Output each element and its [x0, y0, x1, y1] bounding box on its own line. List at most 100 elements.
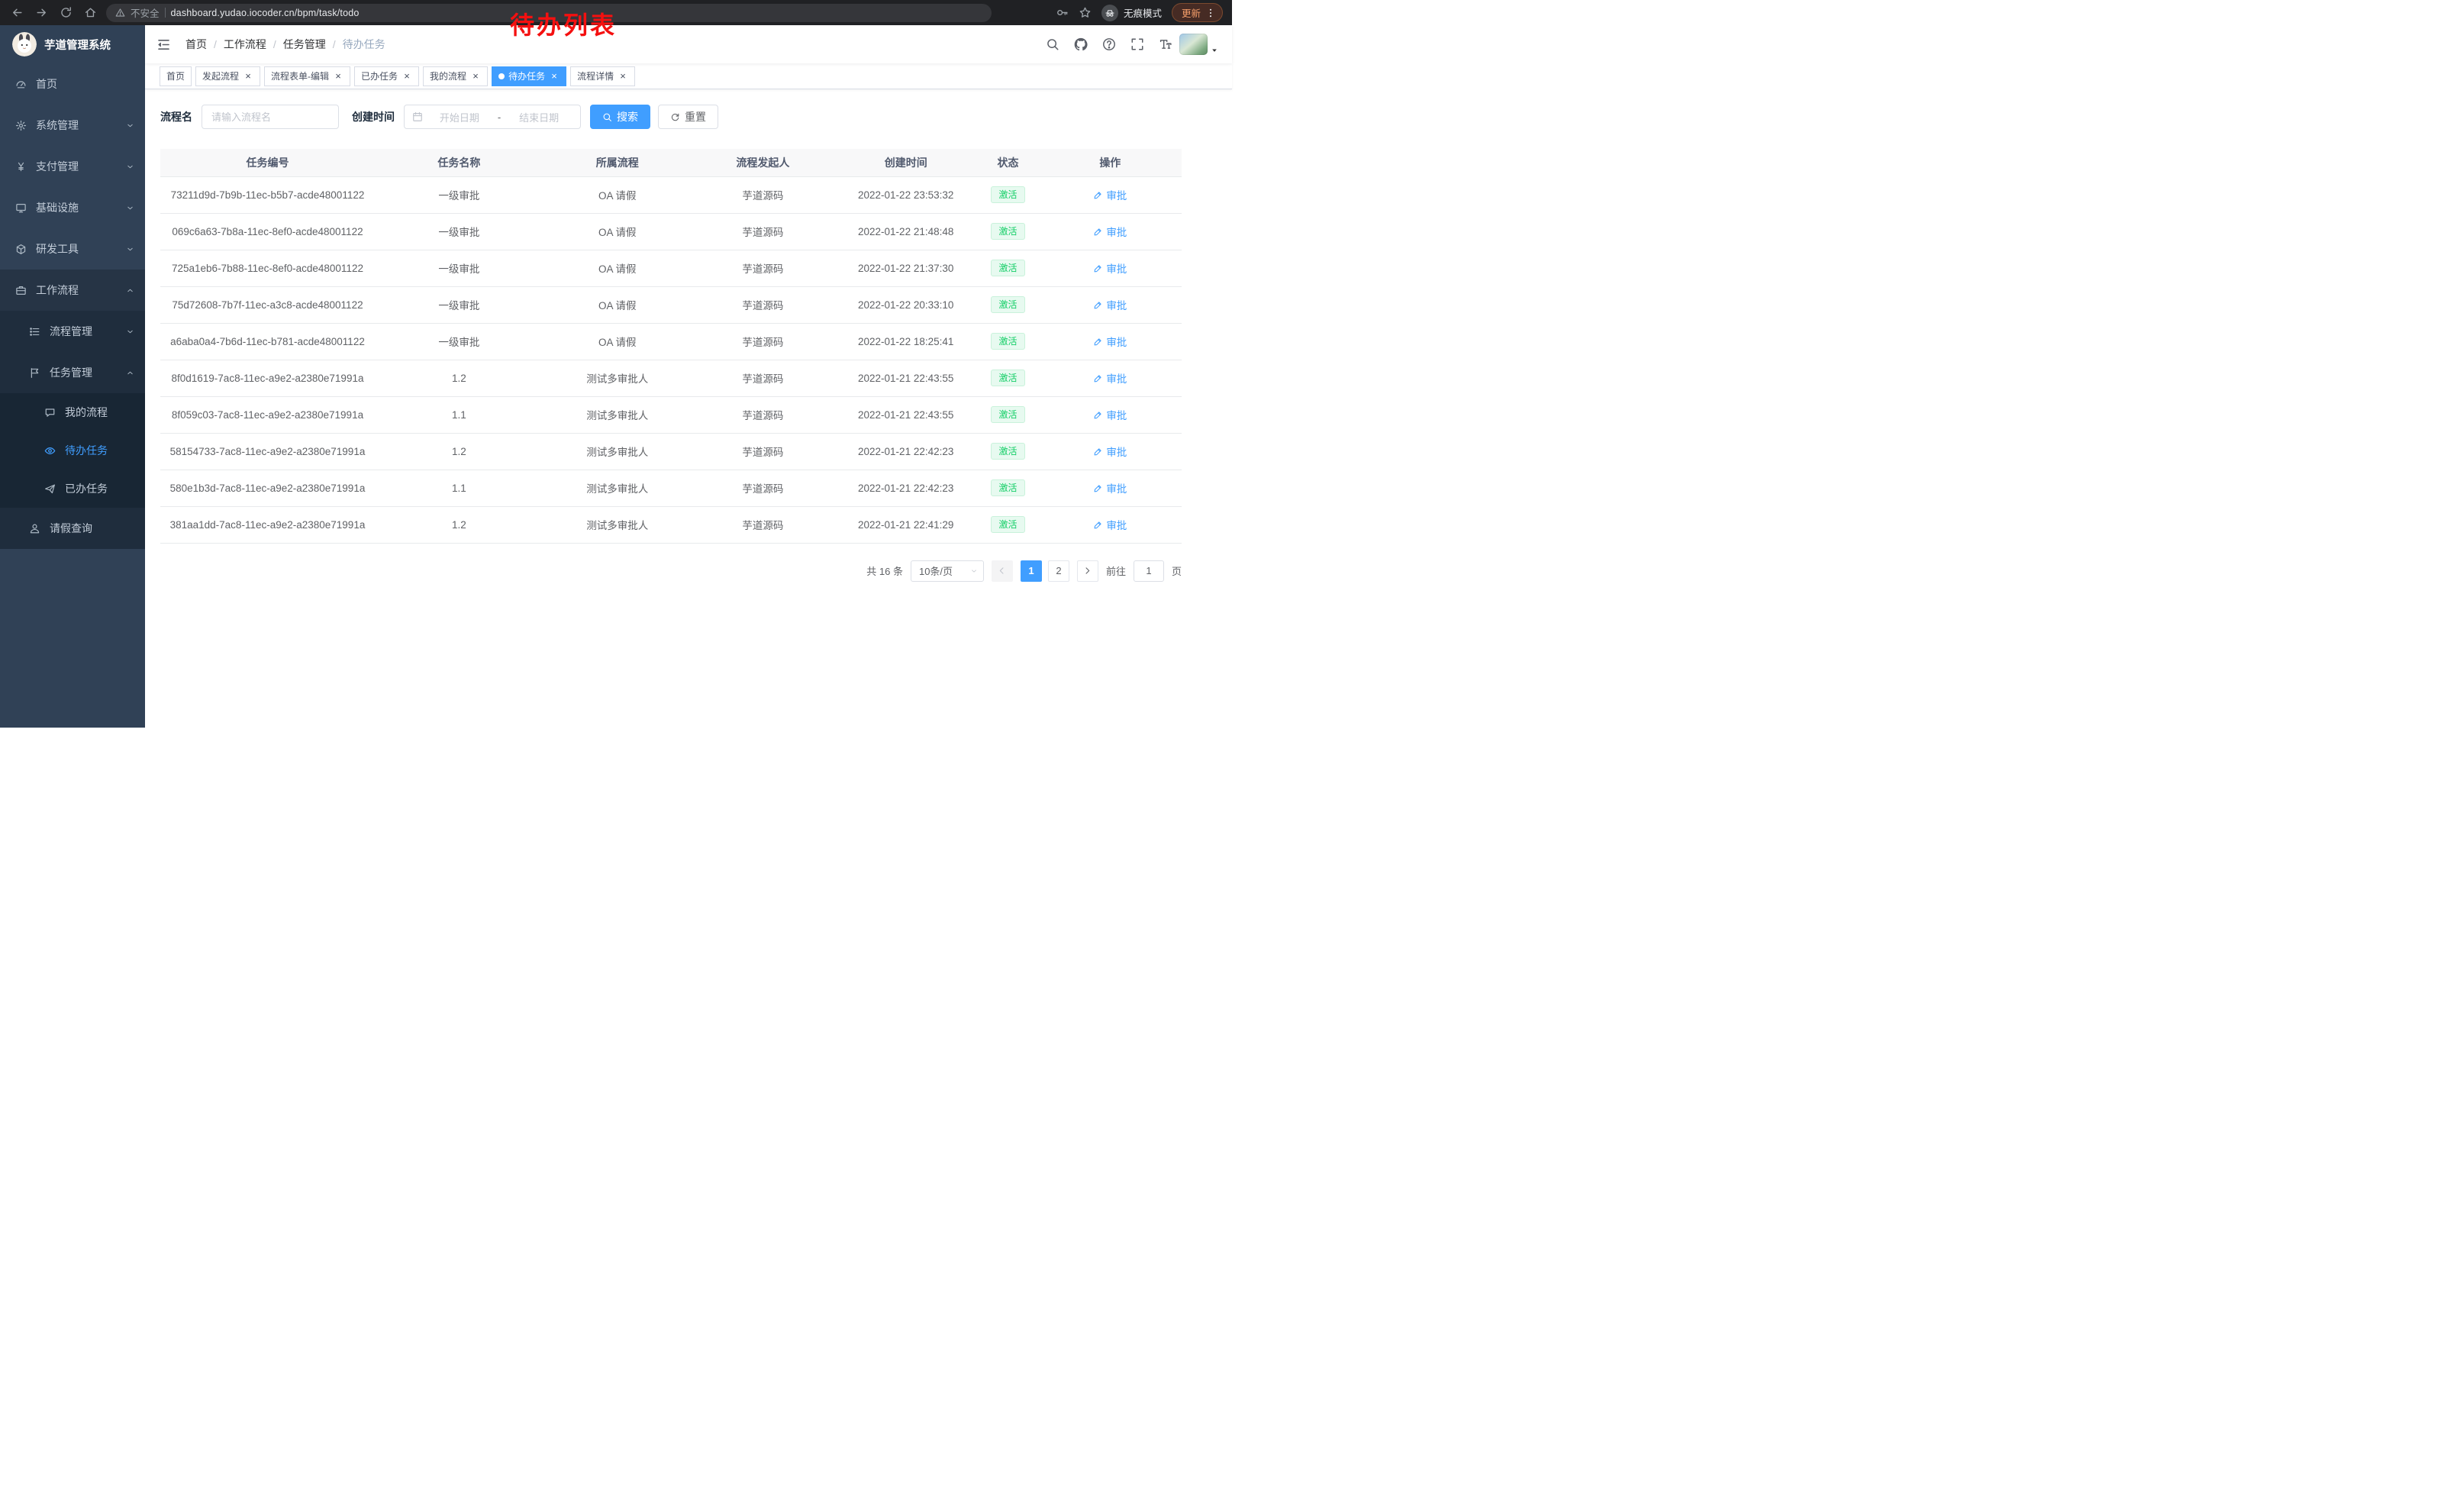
- approve-link[interactable]: 审批: [1093, 370, 1127, 386]
- close-icon[interactable]: ×: [402, 71, 412, 81]
- cell-status: 激活: [977, 470, 1038, 506]
- table-header-row: 任务编号任务名称所属流程流程发起人创建时间状态操作: [160, 149, 1182, 176]
- main-area: 首页/工作流程/任务管理/待办任务 首页发起流程×流程表单-编辑×已办任务×我的…: [145, 25, 1232, 750]
- tab-done-tasks[interactable]: 已办任务×: [354, 66, 419, 86]
- sidebar-item-devtools[interactable]: 研发工具: [0, 228, 145, 270]
- breadcrumb-item[interactable]: 首页: [185, 37, 207, 52]
- approve-link[interactable]: 审批: [1093, 260, 1127, 276]
- app-logo[interactable]: 芋道管理系统: [0, 25, 145, 63]
- tab-start-process[interactable]: 发起流程×: [195, 66, 260, 86]
- end-date-placeholder[interactable]: 结束日期: [505, 110, 572, 124]
- prev-page-button[interactable]: [992, 560, 1013, 582]
- home-icon[interactable]: [84, 6, 97, 19]
- breadcrumb-separator: /: [333, 38, 336, 50]
- sidebar-item-done-tasks[interactable]: 已办任务: [0, 470, 145, 508]
- cell-name: 1.1: [375, 396, 543, 433]
- approve-link[interactable]: 审批: [1093, 334, 1127, 349]
- page-size-select[interactable]: 10条/页: [911, 560, 984, 582]
- start-date-placeholder[interactable]: 开始日期: [426, 110, 493, 124]
- avatar[interactable]: [1179, 34, 1208, 55]
- cell-name: 1.2: [375, 506, 543, 543]
- status-badge: 激活: [991, 333, 1024, 350]
- close-icon[interactable]: ×: [243, 71, 253, 81]
- process-name-label: 流程名: [160, 109, 192, 124]
- sidebar-item-payment[interactable]: 支付管理: [0, 146, 145, 187]
- sidebar-item-label: 请假查询: [50, 521, 92, 536]
- security-label[interactable]: 不安全: [131, 5, 160, 20]
- close-icon[interactable]: ×: [549, 71, 560, 81]
- cell-time: 2022-01-21 22:41:29: [834, 506, 977, 543]
- search-button[interactable]: 搜索: [590, 105, 650, 129]
- sidebar-item-label: 任务管理: [50, 365, 92, 380]
- cell-id: 580e1b3d-7ac8-11ec-a9e2-a2380e71991a: [160, 470, 375, 506]
- page-button-1[interactable]: 1: [1021, 560, 1042, 582]
- sidebar-item-todo-tasks[interactable]: 待办任务: [0, 431, 145, 470]
- approve-link[interactable]: 审批: [1093, 297, 1127, 312]
- sidebar-item-home[interactable]: 首页: [0, 63, 145, 105]
- breadcrumb: 首页/工作流程/任务管理/待办任务: [185, 37, 385, 52]
- approve-link[interactable]: 审批: [1093, 480, 1127, 495]
- close-icon[interactable]: ×: [333, 71, 343, 81]
- close-icon[interactable]: ×: [618, 71, 628, 81]
- cell-time: 2022-01-22 21:37:30: [834, 250, 977, 286]
- table-row: 75d72608-7b7f-11ec-a3c8-acde48001122一级审批…: [160, 286, 1182, 323]
- tab-my-process[interactable]: 我的流程×: [423, 66, 488, 86]
- reload-icon[interactable]: [60, 6, 73, 19]
- tab-process-detail[interactable]: 流程详情×: [570, 66, 635, 86]
- chevron-right-icon: [1082, 566, 1092, 576]
- sidebar-item-infrastructure[interactable]: 基础设施: [0, 187, 145, 228]
- approve-link[interactable]: 审批: [1093, 517, 1127, 532]
- approve-label: 审批: [1106, 480, 1127, 495]
- sidebar: 芋道管理系统 首页系统管理支付管理基础设施研发工具工作流程流程管理任务管理我的流…: [0, 25, 145, 728]
- breadcrumb-item[interactable]: 工作流程: [224, 37, 266, 52]
- key-icon[interactable]: [1056, 6, 1069, 19]
- edit-icon: [1093, 190, 1103, 200]
- close-icon[interactable]: ×: [470, 71, 481, 81]
- tab-home[interactable]: 首页: [160, 66, 192, 86]
- edit-icon: [1093, 410, 1103, 420]
- star-icon[interactable]: [1079, 6, 1092, 19]
- approve-link[interactable]: 审批: [1093, 444, 1127, 459]
- warning-icon: [115, 8, 125, 18]
- sidebar-item-label: 工作流程: [36, 282, 79, 298]
- chevron-up-icon: [126, 286, 134, 295]
- user-menu[interactable]: [1179, 34, 1218, 55]
- reset-button[interactable]: 重置: [658, 105, 718, 129]
- page-button-2[interactable]: 2: [1048, 560, 1069, 582]
- sidebar-item-system[interactable]: 系统管理: [0, 105, 145, 146]
- date-range-picker[interactable]: 开始日期 - 结束日期: [404, 105, 581, 129]
- sidebar-item-workflow[interactable]: 工作流程: [0, 270, 145, 311]
- column-header: 流程发起人: [692, 149, 834, 176]
- sidebar-item-leave-query[interactable]: 请假查询: [0, 508, 145, 549]
- question-icon[interactable]: [1102, 37, 1116, 51]
- search-icon[interactable]: [1046, 37, 1059, 51]
- cell-action: 审批: [1039, 323, 1182, 360]
- cell-id: 725a1eb6-7b88-11ec-8ef0-acde48001122: [160, 250, 375, 286]
- url-text[interactable]: dashboard.yudao.iocoder.cn/bpm/task/todo: [171, 8, 360, 18]
- sidebar-item-my-process[interactable]: 我的流程: [0, 393, 145, 431]
- goto-page-input[interactable]: [1134, 560, 1164, 582]
- cell-time: 2022-01-21 22:42:23: [834, 470, 977, 506]
- browser-menu-icon[interactable]: [1205, 8, 1216, 18]
- approve-link[interactable]: 审批: [1093, 187, 1127, 202]
- browser-nav-buttons: [11, 6, 97, 19]
- back-icon[interactable]: [11, 6, 24, 19]
- tab-todo-tasks[interactable]: 待办任务×: [492, 66, 566, 86]
- status-badge: 激活: [991, 260, 1024, 276]
- sidebar-item-task-mgmt[interactable]: 任务管理: [0, 352, 145, 393]
- update-button[interactable]: 更新: [1172, 3, 1223, 22]
- forward-icon[interactable]: [35, 6, 48, 19]
- process-name-input[interactable]: [202, 105, 339, 129]
- github-icon[interactable]: [1074, 37, 1088, 51]
- collapse-sidebar-button[interactable]: [156, 37, 171, 52]
- approve-link[interactable]: 审批: [1093, 407, 1127, 422]
- incognito-icon-circle: [1101, 5, 1118, 21]
- approve-link[interactable]: 审批: [1093, 224, 1127, 239]
- fullscreen-icon[interactable]: [1130, 37, 1144, 51]
- font-size-icon[interactable]: [1159, 37, 1172, 51]
- sidebar-item-process-mgmt[interactable]: 流程管理: [0, 311, 145, 352]
- chevron-up-icon: [126, 369, 134, 377]
- breadcrumb-item[interactable]: 任务管理: [283, 37, 326, 52]
- next-page-button[interactable]: [1077, 560, 1098, 582]
- tab-form-edit[interactable]: 流程表单-编辑×: [264, 66, 350, 86]
